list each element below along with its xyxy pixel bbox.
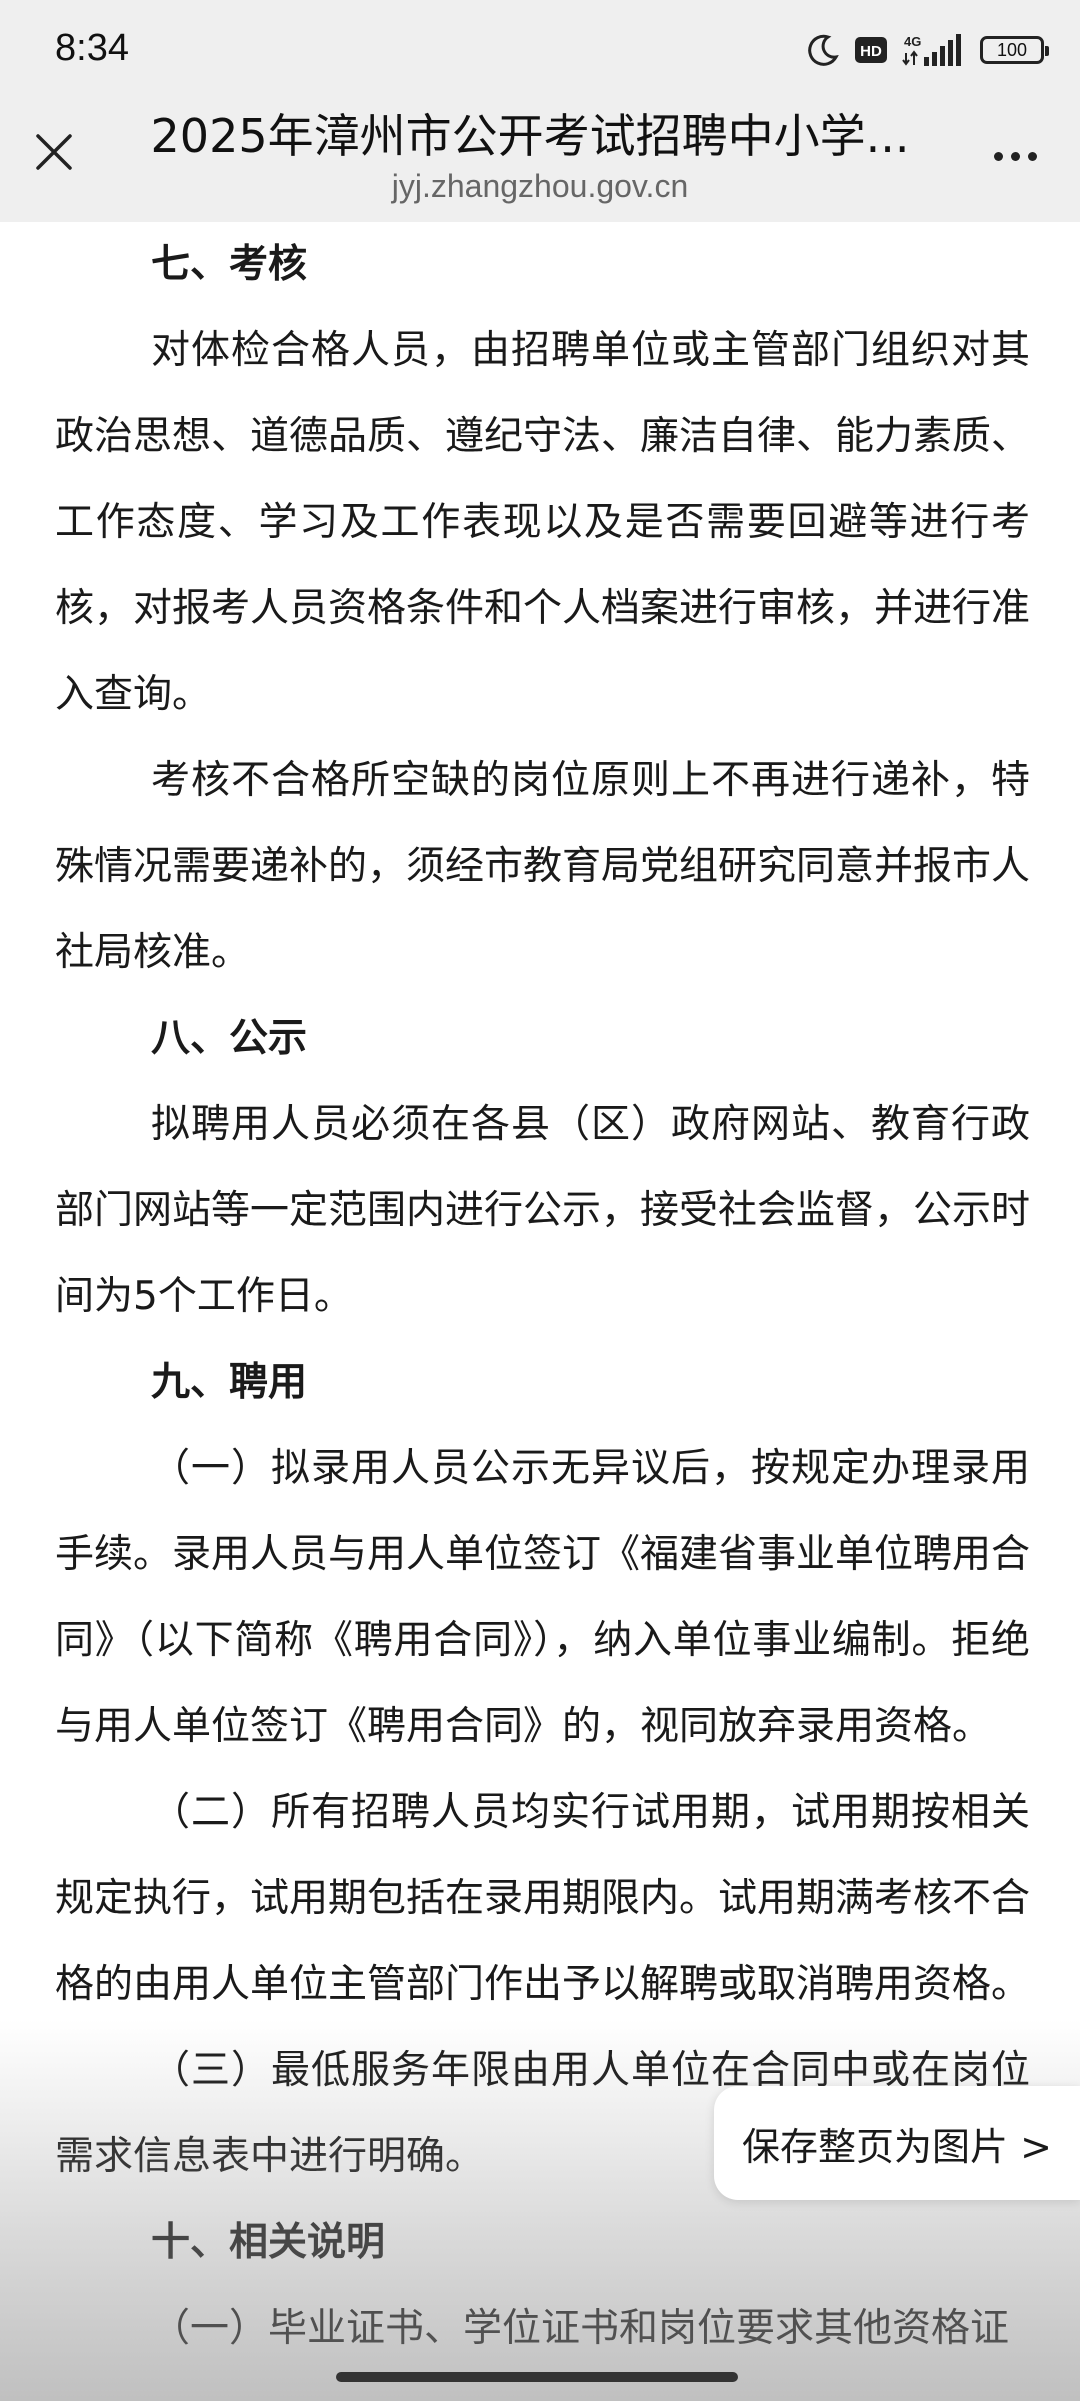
moon-icon (806, 33, 840, 67)
battery-icon: 100 (980, 36, 1049, 64)
network-label: 4G (904, 34, 921, 49)
article-paragraph: （二）所有招聘人员均实行试用期，试用期按相关规定执行，试用期包括在录用期限内。试… (55, 1790, 1031, 2007)
more-dot-icon (1010, 151, 1020, 161)
status-time: 8:34 (55, 27, 129, 69)
more-dot-icon (1027, 151, 1037, 161)
status-bar: 8:34 HD 4G 100 (0, 0, 1080, 96)
battery-level: 100 (996, 39, 1028, 60)
gesture-navigation-bar[interactable] (336, 2372, 738, 2382)
page-domain: jyj.zhangzhou.gov.cn (391, 168, 689, 204)
close-button[interactable] (22, 120, 86, 184)
article-paragraph: （一）毕业证书、学位证书和岗位要求其他资格证 (151, 2306, 1010, 2351)
section-heading: 七、考核 (151, 242, 308, 287)
title-bar: 2025年漳州市公开考试招聘中小学... jyj.zhangzhou.gov.c… (0, 96, 1080, 222)
article-paragraph: 考核不合格所空缺的岗位原则上不再进行递补，特殊情况需要递补的，须经市教育局党组研… (55, 758, 1031, 975)
save-page-as-image-label: 保存整页为图片 > (742, 2124, 1052, 2169)
article-paragraph: 对体检合格人员，由招聘单位或主管部门组织对其政治思想、道德品质、遵纪守法、廉洁自… (55, 328, 1031, 717)
section-heading: 八、公示 (151, 1016, 308, 1061)
hd-icon: HD (854, 36, 888, 64)
status-icons: HD 4G 100 (806, 26, 1049, 74)
hd-label: HD (860, 43, 882, 60)
article-content: 七、考核对体检合格人员，由招聘单位或主管部门组织对其政治思想、道德品质、遵纪守法… (55, 222, 1030, 2372)
more-dot-icon (993, 151, 1003, 161)
article-paragraph: 拟聘用人员必须在各县（区）政府网站、教育行政部门网站等一定范围内进行公示，接受社… (55, 1102, 1031, 1319)
close-icon (36, 134, 72, 170)
4g-signal-icon: 4G (902, 33, 966, 67)
more-options-button[interactable] (980, 126, 1050, 186)
page-title: 2025年漳州市公开考试招聘中小学... (150, 109, 910, 163)
article-paragraph: （一）拟录用人员公示无异议后，按规定办理录用手续。录用人员与用人单位签订《福建省… (55, 1446, 1031, 1749)
section-heading: 九、聘用 (151, 1360, 308, 1405)
section-heading: 十、相关说明 (151, 2220, 386, 2265)
save-page-as-image-button[interactable]: 保存整页为图片 > (714, 2086, 1080, 2200)
